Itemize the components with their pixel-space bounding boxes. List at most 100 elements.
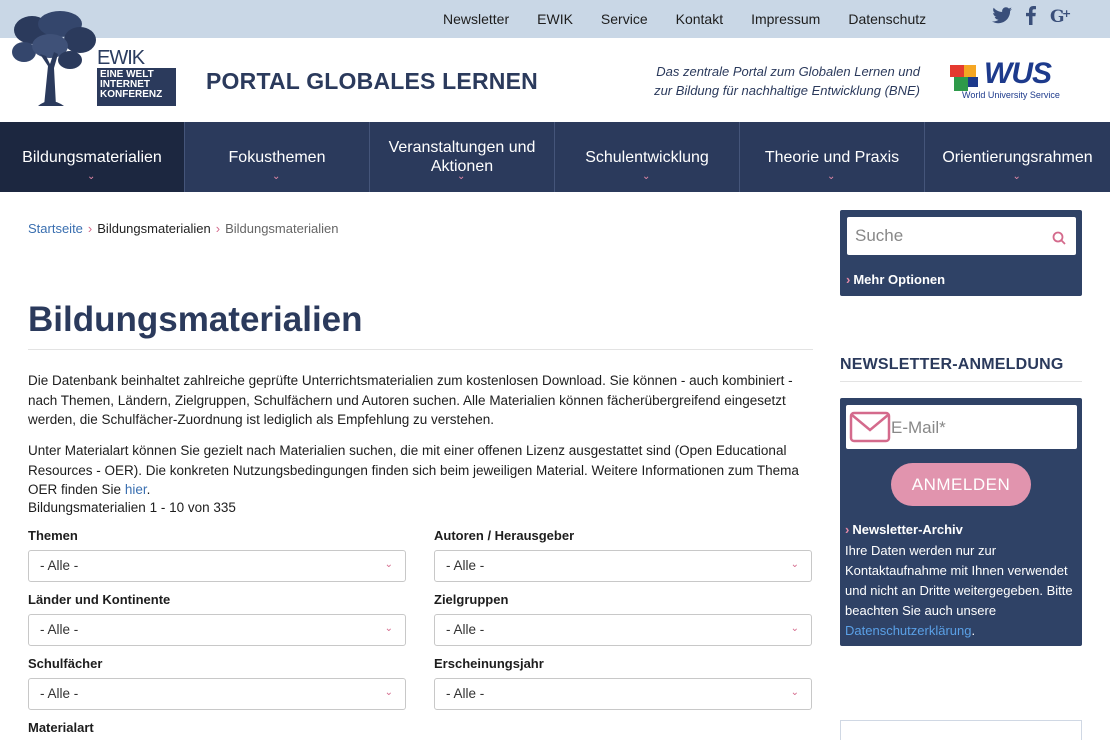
email-placeholder: E-Mail* xyxy=(891,418,946,437)
more-options-label: Mehr Optionen xyxy=(853,272,946,287)
ewik-logo-tree-icon[interactable] xyxy=(10,10,100,111)
wus-logo-subtitle: World University Service xyxy=(962,90,1060,100)
sidebar-search-box: Suche › Mehr Optionen xyxy=(840,210,1082,296)
nav-item-schulentwicklung[interactable]: Schulentwicklung ⌄ xyxy=(555,122,740,192)
intro-paragraph: Die Datenbank beinhaltet zahlreiche gepr… xyxy=(28,373,793,427)
tagline: Das zentrale Portal zum Globalen Lernen … xyxy=(654,62,920,100)
nav-item-fokusthemen[interactable]: Fokusthemen ⌄ xyxy=(185,122,370,192)
ewik-logo-box: EINE WELT INTERNET KONFERENZ xyxy=(97,68,176,106)
tagline-line-1: Das zentrale Portal zum Globalen Lernen … xyxy=(656,64,920,79)
breadcrumb-section[interactable]: Bildungsmaterialien xyxy=(97,221,210,236)
chevron-right-icon: › xyxy=(846,272,851,287)
wus-logo-text: WUS xyxy=(984,57,1052,90)
filter-select-laender[interactable]: - Alle - ⌄ xyxy=(28,614,406,646)
oer-paragraph-period: . xyxy=(146,482,151,497)
chevron-down-icon: ⌄ xyxy=(1012,171,1021,182)
twitter-icon[interactable] xyxy=(992,6,1012,32)
newsletter-archive-link[interactable]: › Newsletter-Archiv xyxy=(845,522,963,537)
wus-logo[interactable]: WUS World University Service xyxy=(946,57,1071,104)
svg-text:+: + xyxy=(1062,7,1071,20)
main-nav: Bildungsmaterialien ⌄ Fokusthemen ⌄ Vera… xyxy=(0,122,1110,192)
chevron-down-icon: ⌄ xyxy=(790,687,799,698)
ewik-logo-text: EWIK xyxy=(97,47,145,69)
top-link-ewik[interactable]: EWIK xyxy=(537,11,573,27)
breadcrumb-home[interactable]: Startseite xyxy=(28,221,83,236)
top-bar: Newsletter EWIK Service Kontakt Impressu… xyxy=(0,0,1110,38)
nav-item-label: Orientierungsrahmen xyxy=(942,148,1093,166)
page-title: Bildungsmaterialien xyxy=(28,300,363,339)
subscribe-button[interactable]: ANMELDEN xyxy=(891,463,1031,506)
filter-value: - Alle - xyxy=(40,686,79,701)
googleplus-icon[interactable]: G + xyxy=(1050,7,1072,32)
chevron-down-icon: ⌄ xyxy=(457,171,466,182)
breadcrumb-separator-icon: › xyxy=(87,221,93,236)
top-link-service[interactable]: Service xyxy=(601,11,648,27)
filter-label-erscheinungsjahr: Erscheinungsjahr xyxy=(434,656,544,671)
breadcrumb-separator-icon: › xyxy=(215,221,221,236)
privacy-end: . xyxy=(971,623,976,638)
oer-info-link[interactable]: hier xyxy=(125,482,147,497)
filter-label-autoren: Autoren / Herausgeber xyxy=(434,528,575,543)
logo-line-3: KONFERENZ xyxy=(100,89,163,100)
filter-label-schulfaecher: Schulfächer xyxy=(28,656,103,671)
nav-item-label: Fokusthemen xyxy=(228,148,326,166)
social-links: G + xyxy=(992,6,1086,32)
filter-value: - Alle - xyxy=(446,686,485,701)
filter-label-laender: Länder und Kontinente xyxy=(28,592,171,607)
filter-value: - Alle - xyxy=(446,622,485,637)
newsletter-heading: NEWSLETTER-ANMELDUNG xyxy=(840,356,1064,373)
nav-item-bildungsmaterialien[interactable]: Bildungsmaterialien ⌄ xyxy=(0,122,185,192)
chevron-down-icon: ⌄ xyxy=(87,171,96,182)
portal-title[interactable]: PORTAL GLOBALES LERNEN xyxy=(206,68,538,95)
oer-paragraph: Unter Materialart können Sie gezielt nac… xyxy=(28,441,818,500)
search-icon[interactable] xyxy=(1052,230,1066,250)
facebook-icon[interactable] xyxy=(1026,6,1036,32)
top-link-impressum[interactable]: Impressum xyxy=(751,11,820,27)
search-placeholder: Suche xyxy=(855,226,904,245)
privacy-policy-link[interactable]: Datenschutzerklärung xyxy=(845,623,971,638)
breadcrumb-current: Bildungsmaterialien xyxy=(225,221,339,236)
chevron-right-icon: › xyxy=(845,522,850,537)
top-link-datenschutz[interactable]: Datenschutz xyxy=(848,11,926,27)
result-count: Bildungsmaterialien 1 - 10 von 335 xyxy=(28,500,236,515)
filter-value: - Alle - xyxy=(40,622,79,637)
chevron-down-icon: ⌄ xyxy=(790,623,799,634)
sidebar-next-box xyxy=(840,720,1082,740)
top-link-newsletter[interactable]: Newsletter xyxy=(443,11,509,27)
chevron-down-icon: ⌄ xyxy=(272,171,281,182)
top-links: Newsletter EWIK Service Kontakt Impressu… xyxy=(443,0,954,38)
privacy-notice: Ihre Daten werden nur zur Kontaktaufnahm… xyxy=(845,541,1077,641)
top-link-kontakt[interactable]: Kontakt xyxy=(676,11,723,27)
title-divider xyxy=(28,349,813,350)
filter-label-themen: Themen xyxy=(28,528,78,543)
filter-select-erscheinungsjahr[interactable]: - Alle - ⌄ xyxy=(434,678,812,710)
more-options-link[interactable]: › Mehr Optionen xyxy=(846,272,945,287)
filter-select-themen[interactable]: - Alle - ⌄ xyxy=(28,550,406,582)
nav-item-veranstaltungen[interactable]: Veranstaltungen und Aktionen ⌄ xyxy=(370,122,555,192)
tagline-line-2: zur Bildung für nachhaltige Entwicklung … xyxy=(654,83,920,98)
nav-item-label: Schulentwicklung xyxy=(585,148,709,166)
nav-item-theorie-und-praxis[interactable]: Theorie und Praxis ⌄ xyxy=(740,122,925,192)
filter-select-autoren[interactable]: - Alle - ⌄ xyxy=(434,550,812,582)
nav-item-label: Theorie und Praxis xyxy=(764,148,900,166)
filter-value: - Alle - xyxy=(40,558,79,573)
archive-label: Newsletter-Archiv xyxy=(852,522,963,537)
filter-value: - Alle - xyxy=(446,558,485,573)
search-input[interactable]: Suche xyxy=(847,217,1076,255)
email-field[interactable]: E-Mail* xyxy=(846,405,1077,449)
mail-icon xyxy=(849,411,891,448)
nav-item-orientierungsrahmen[interactable]: Orientierungsrahmen ⌄ xyxy=(925,122,1110,192)
breadcrumb: Startseite › Bildungsmaterialien › Bildungsm… xyxy=(28,221,339,236)
newsletter-box: E-Mail* ANMELDEN › Newsletter-Archiv Ihre… xyxy=(840,398,1082,646)
chevron-down-icon: ⌄ xyxy=(384,559,393,570)
privacy-text: Ihre Daten werden nur zur Kontaktaufnahm… xyxy=(845,543,1073,618)
filter-select-zielgruppen[interactable]: - Alle - ⌄ xyxy=(434,614,812,646)
chevron-down-icon: ⌄ xyxy=(642,171,651,182)
chevron-down-icon: ⌄ xyxy=(384,623,393,634)
filter-select-schulfaecher[interactable]: - Alle - ⌄ xyxy=(28,678,406,710)
chevron-down-icon: ⌄ xyxy=(384,687,393,698)
chevron-down-icon: ⌄ xyxy=(790,559,799,570)
chevron-down-icon: ⌄ xyxy=(827,171,836,182)
filter-label-zielgruppen: Zielgruppen xyxy=(434,592,509,607)
filter-label-materialart: Materialart xyxy=(28,720,94,735)
